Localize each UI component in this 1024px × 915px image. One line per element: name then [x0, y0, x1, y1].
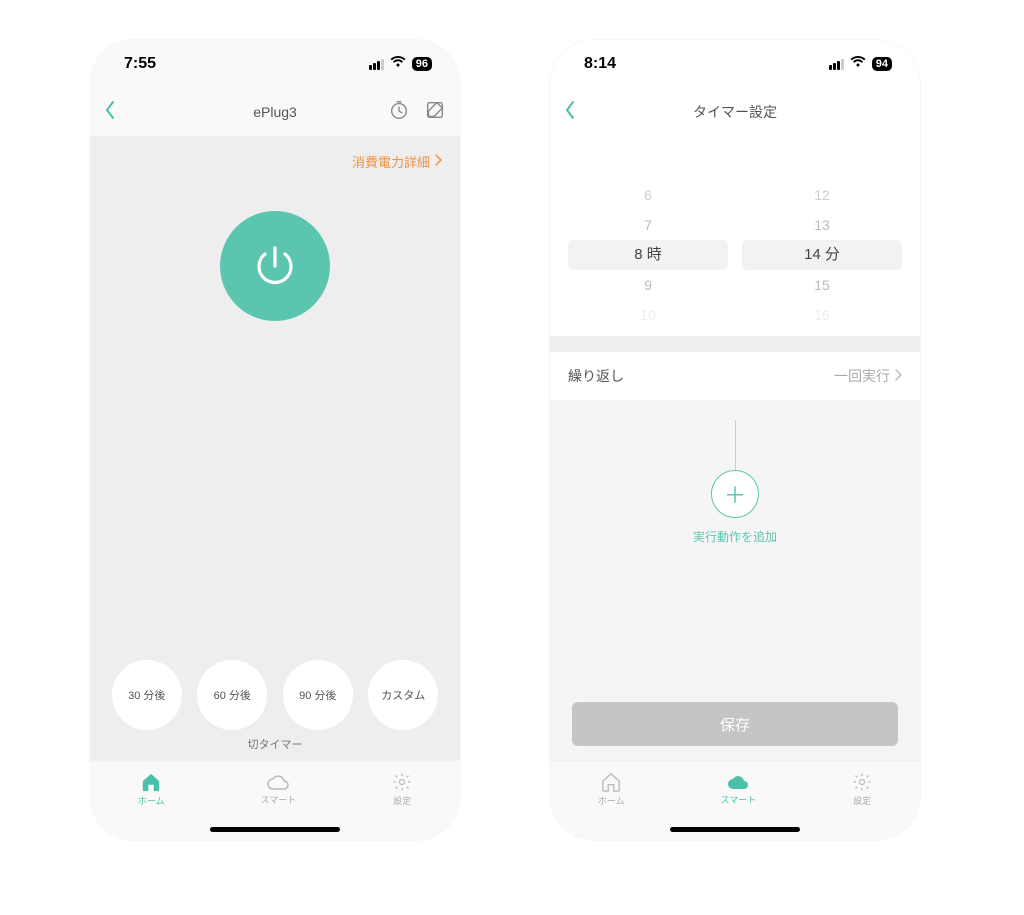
nav-bar: タイマー設定: [550, 88, 920, 136]
main-content: 6 7 8 時 9 10 12 13 14 分 15 16 繰り返し 一回実行: [550, 136, 920, 760]
status-bar: 7:55 96: [90, 40, 460, 88]
home-indicator[interactable]: [90, 818, 460, 840]
back-button[interactable]: [104, 100, 116, 125]
picker-row: 6: [568, 180, 728, 210]
battery-badge: 96: [412, 57, 432, 71]
add-action-area: ＋ 実行動作を追加 保存: [550, 400, 920, 760]
status-indicators: 96: [369, 55, 432, 73]
tab-label: 設定: [853, 794, 871, 807]
picker-row-selected: 14 分: [742, 240, 902, 270]
power-detail-link[interactable]: 消費電力詳細: [90, 136, 460, 211]
tab-label: スマート: [721, 793, 757, 806]
status-bar: 8:14 94: [550, 40, 920, 88]
nav-bar: ePlug3: [90, 88, 460, 136]
gear-icon: [852, 772, 872, 792]
status-time: 8:14: [584, 55, 616, 73]
tab-label: ホーム: [138, 794, 165, 807]
phone-left: 7:55 96 ePlug3 消費電力詳細: [90, 40, 460, 840]
timer-chip-custom[interactable]: カスタム: [368, 660, 438, 730]
cell-signal-icon: [369, 59, 384, 70]
section-gap: [550, 336, 920, 352]
picker-row: [742, 150, 902, 180]
save-button[interactable]: 保存: [572, 702, 898, 746]
tab-settings[interactable]: 設定: [852, 772, 872, 807]
tab-label: 設定: [393, 794, 411, 807]
repeat-row[interactable]: 繰り返し 一回実行: [550, 352, 920, 400]
page-title: タイマー設定: [550, 102, 920, 122]
picker-row: 10: [568, 300, 728, 330]
home-icon: [140, 772, 162, 792]
timer-label: 90 分後: [299, 687, 336, 703]
picker-row: 7: [568, 210, 728, 240]
time-picker[interactable]: 6 7 8 時 9 10 12 13 14 分 15 16: [550, 136, 920, 336]
cloud-icon: [266, 773, 290, 791]
repeat-value: 一回実行: [834, 366, 890, 386]
timer-label: 60 分後: [214, 687, 251, 703]
power-icon: [251, 242, 299, 290]
plus-icon: ＋: [724, 478, 746, 510]
timer-chip-30[interactable]: 30 分後: [112, 660, 182, 730]
tab-smart[interactable]: スマート: [261, 773, 297, 806]
cell-signal-icon: [829, 59, 844, 70]
status-indicators: 94: [829, 55, 892, 73]
tab-label: スマート: [261, 793, 297, 806]
edit-icon[interactable]: [424, 99, 446, 126]
timer-label: 30 分後: [128, 687, 165, 703]
wifi-icon: [850, 55, 866, 73]
phone-right: 8:14 94 タイマー設定 6 7 8 時 9 10: [550, 40, 920, 840]
gear-icon: [392, 772, 412, 792]
picker-row: 13: [742, 210, 902, 240]
timer-label: カスタム: [381, 687, 425, 703]
add-action-label: 実行動作を追加: [693, 528, 777, 545]
save-label: 保存: [720, 714, 750, 735]
tab-label: ホーム: [598, 794, 625, 807]
battery-badge: 94: [872, 57, 892, 71]
connector-line: [735, 420, 736, 470]
status-time: 7:55: [124, 55, 156, 73]
tab-bar: ホーム スマート 設定: [550, 760, 920, 818]
clock-icon[interactable]: [388, 99, 410, 126]
tab-bar: ホーム スマート 設定: [90, 760, 460, 818]
picker-row: 9: [568, 270, 728, 300]
picker-row: 16: [742, 300, 902, 330]
picker-row-selected: 8 時: [568, 240, 728, 270]
timer-chip-60[interactable]: 60 分後: [197, 660, 267, 730]
wifi-icon: [390, 55, 406, 73]
minute-picker[interactable]: 12 13 14 分 15 16: [742, 150, 902, 330]
picker-row: 15: [742, 270, 902, 300]
back-button[interactable]: [564, 100, 576, 125]
power-detail-label: 消費電力詳細: [352, 152, 430, 171]
chevron-right-icon: [434, 154, 442, 169]
tab-home[interactable]: ホーム: [598, 772, 625, 807]
picker-row: 12: [742, 180, 902, 210]
timer-presets: 30 分後 60 分後 90 分後 カスタム: [90, 660, 460, 730]
hour-picker[interactable]: 6 7 8 時 9 10: [568, 150, 728, 330]
timer-section-label: 切タイマー: [90, 736, 460, 752]
tab-smart[interactable]: スマート: [721, 773, 757, 806]
timer-chip-90[interactable]: 90 分後: [283, 660, 353, 730]
chevron-right-icon: [894, 368, 902, 384]
repeat-label: 繰り返し: [568, 366, 624, 386]
picker-row: [568, 150, 728, 180]
add-action-button[interactable]: ＋: [711, 470, 759, 518]
home-icon: [600, 772, 622, 792]
main-content: 消費電力詳細 30 分後 60 分後 90 分後 カスタム 切タイマー: [90, 136, 460, 760]
power-button[interactable]: [220, 211, 330, 321]
cloud-icon: [726, 773, 750, 791]
home-indicator[interactable]: [550, 818, 920, 840]
tab-settings[interactable]: 設定: [392, 772, 412, 807]
tab-home[interactable]: ホーム: [138, 772, 165, 807]
